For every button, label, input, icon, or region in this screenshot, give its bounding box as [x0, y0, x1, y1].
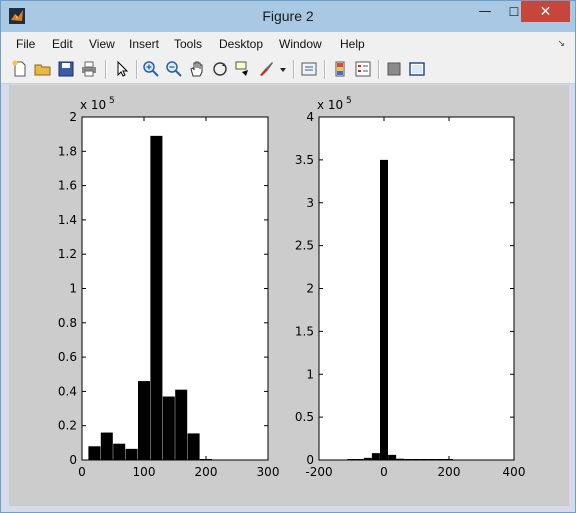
brush-dropdown-icon[interactable]	[278, 60, 288, 78]
x-tick-label: 200	[438, 465, 461, 479]
zoom-in-icon[interactable]	[142, 60, 160, 78]
bar	[187, 433, 200, 460]
menu-help[interactable]: Help	[340, 37, 365, 51]
exponent-power: 5	[109, 96, 115, 106]
bar	[412, 459, 421, 460]
y-tick-label: 1	[306, 367, 314, 381]
bar	[380, 159, 388, 460]
bar	[436, 459, 445, 460]
y-tick-label: 0.5	[295, 410, 314, 424]
y-tick-label: 0.2	[58, 419, 77, 433]
menu-file[interactable]: File	[16, 37, 35, 51]
x-tick-label: 0	[78, 465, 86, 479]
toolbar-separator	[105, 60, 107, 79]
y-tick-label: 4	[306, 110, 314, 124]
menu-bar: File Edit View Insert Tools Desktop Wind…	[1, 32, 575, 56]
bar	[125, 448, 138, 460]
bar	[388, 454, 397, 460]
x-tick-label: 0	[380, 465, 388, 479]
bar	[175, 389, 188, 460]
colorbar-icon[interactable]	[331, 60, 349, 78]
bar	[363, 457, 372, 460]
dock-arrow-icon[interactable]: ↘	[557, 39, 565, 49]
y-tick-label: 1	[69, 282, 77, 296]
plot-area	[81, 116, 269, 461]
menu-desktop[interactable]: Desktop	[219, 37, 263, 51]
rotate-3d-icon[interactable]	[211, 60, 229, 78]
bar	[150, 135, 163, 461]
bar	[138, 381, 150, 460]
y-tick-label: 3.5	[295, 153, 314, 167]
figure-canvas[interactable]: 0 0.2 0.4 0.6 0.8 1 1.2 1.4 1.6 1.8 2 0 100 200 300 x 1…	[9, 85, 569, 506]
x-tick-label: 200	[195, 465, 218, 479]
y-tick-label: 0.4	[58, 384, 77, 398]
y-tick-label: 0.8	[58, 316, 77, 330]
toolbar-separator	[378, 60, 380, 79]
menu-view[interactable]: View	[89, 37, 115, 51]
legend-icon[interactable]	[354, 60, 372, 78]
exponent-label: x 10	[317, 98, 343, 112]
bar	[396, 458, 405, 460]
bar	[113, 443, 126, 460]
x-tick-label: 400	[503, 465, 526, 479]
bar	[404, 459, 413, 460]
x-tick-label: -200	[305, 465, 332, 479]
pointer-icon[interactable]	[113, 60, 131, 78]
y-tick-label: 2.5	[295, 239, 314, 253]
y-tick-label: 1.5	[295, 324, 314, 338]
toolbar-separator	[293, 60, 295, 79]
y-tick-label: 0.6	[58, 350, 77, 364]
open-file-icon[interactable]	[34, 60, 52, 78]
bar	[428, 459, 437, 460]
bar	[162, 396, 175, 460]
bar	[355, 459, 364, 460]
plots-canvas[interactable]: 0 0.2 0.4 0.6 0.8 1 1.2 1.4 1.6 1.8 2 0 100 200 300 x 1…	[9, 85, 569, 506]
brush-icon[interactable]	[257, 60, 275, 78]
y-tick-label: 1.8	[58, 144, 77, 158]
y-tick-label: 1.6	[58, 179, 77, 193]
exponent-power: 5	[346, 96, 352, 106]
save-icon[interactable]	[57, 60, 75, 78]
data-cursor-icon[interactable]	[234, 60, 252, 78]
bar	[420, 459, 429, 460]
show-plot-tools-icon[interactable]	[408, 60, 426, 78]
toolbar	[1, 56, 575, 84]
menu-insert[interactable]: Insert	[129, 37, 159, 51]
bar	[371, 453, 380, 460]
y-tick-label: 1.4	[58, 213, 77, 227]
new-figure-icon[interactable]	[11, 60, 29, 78]
minimize-button[interactable]: —	[471, 1, 499, 22]
pan-hand-icon[interactable]	[188, 60, 206, 78]
bar	[100, 432, 113, 460]
x-tick-label: 100	[133, 465, 156, 479]
toolbar-separator	[136, 60, 138, 79]
y-tick-label: 2	[306, 282, 314, 296]
figure-window: Figure 2 — ☐ ✕ File Edit View Insert Too…	[0, 0, 576, 513]
axes-1[interactable]: 0 0.2 0.4 0.6 0.8 1 1.2 1.4 1.6 1.8 2 0 100 200 300 x 1…	[58, 96, 280, 479]
y-tick-label: 2	[69, 110, 77, 124]
y-tick-label: 3	[306, 196, 314, 210]
bar	[88, 446, 101, 460]
hide-plot-tools-icon[interactable]	[385, 60, 403, 78]
print-icon[interactable]	[80, 60, 98, 78]
zoom-out-icon[interactable]	[165, 60, 183, 78]
bar	[347, 459, 356, 460]
x-tick-label: 300	[257, 465, 280, 479]
close-button[interactable]: ✕	[521, 1, 570, 22]
menu-tools[interactable]: Tools	[174, 37, 202, 51]
y-tick-label: 1.2	[58, 247, 77, 261]
y-tick-label: 0	[69, 453, 77, 467]
axes-2[interactable]: 00.511.522.533.54-200 0 200 400x 10 5	[295, 96, 526, 479]
menu-window[interactable]: Window	[279, 37, 322, 51]
exponent-label: x 10	[80, 98, 106, 112]
menu-edit[interactable]: Edit	[52, 37, 73, 51]
toolbar-separator	[324, 60, 326, 79]
link-plot-icon[interactable]	[300, 60, 318, 78]
title-bar[interactable]: Figure 2 — ☐ ✕	[1, 1, 575, 32]
plot-area	[318, 116, 515, 461]
